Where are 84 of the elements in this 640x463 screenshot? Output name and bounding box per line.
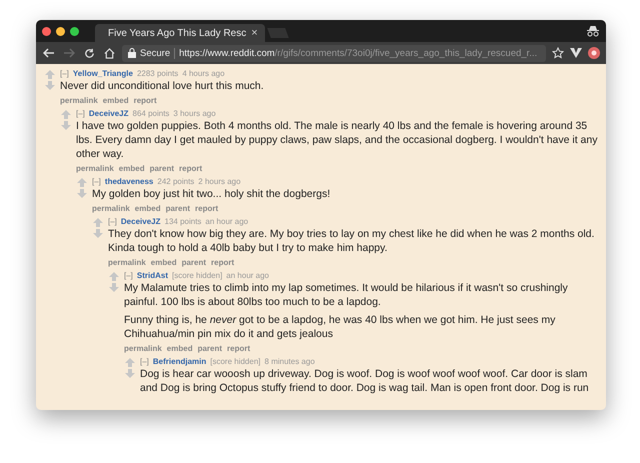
comment-time: 2 hours ago [198,177,241,186]
collapse-toggle[interactable]: [–] [76,109,85,118]
comment-score: [score hidden] [210,357,261,366]
comment-time: 3 hours ago [173,109,216,118]
downvote-icon[interactable] [109,283,119,292]
collapse-toggle[interactable]: [–] [124,271,133,280]
comment-action-link[interactable]: parent [166,204,190,213]
collapse-toggle[interactable]: [–] [60,69,69,78]
home-button[interactable] [102,46,116,60]
comment-action-link[interactable]: parent [198,344,222,353]
comment-score: 134 points [164,217,202,226]
comment-score: 2283 points [136,69,178,78]
comment-action-link[interactable]: embed [134,204,161,213]
comment-time: an hour ago [205,217,248,226]
collapse-toggle[interactable]: [–] [140,357,149,366]
comment-action-link[interactable]: permalink [76,164,114,173]
comment-author[interactable]: DeceiveJZ [88,109,128,118]
comment-author[interactable]: StridAst [136,271,168,280]
downvote-icon[interactable] [77,189,87,198]
comment-score: 864 points [132,109,170,118]
upvote-icon[interactable] [77,178,87,187]
comment-author[interactable]: Befriendjamin [152,357,206,366]
comment-action-link[interactable]: permalink [60,96,98,105]
comment-time: an hour ago [226,271,269,280]
comment-text: Dog is hear car wooosh up driveway. Dog is woof. Dog is woof woof woof woof. Car door is slam and Dog is bring Octopus stuffy friend to door. Dog is wag tail. Man is open front door. Dog is run [140,367,590,395]
comment-author[interactable]: thedaveness [104,177,154,186]
minimize-window-button[interactable] [56,26,65,36]
comment-action-link[interactable]: embed [166,344,193,353]
home-icon [104,48,114,58]
forward-icon [63,48,75,58]
upvote-icon[interactable] [109,272,119,281]
upvote-icon[interactable] [93,218,103,227]
comment-text: My golden boy just hit two... holy shit the dogbergs! [92,187,332,201]
maximize-window-button[interactable] [70,26,79,36]
comment-text: Never did unconditional love hurt this much. [60,79,265,93]
upvote-icon[interactable] [125,358,135,367]
security-label: Secure [140,48,170,58]
collapse-toggle[interactable]: [–] [92,177,101,186]
downvote-icon[interactable] [45,81,55,90]
downvote-icon[interactable] [61,121,71,130]
comment-action-link[interactable]: permalink [92,204,130,213]
comment-action-link[interactable]: report [134,96,157,105]
tab-close-button[interactable]: × [251,27,258,39]
comment-text: My Malamute tries to climb into my lap sometimes. It would be hilarious if it wasn't so crushingly painful. 100 lbs is about 80lbs too much to be a lapdog. [124,281,569,309]
downvote-icon[interactable] [93,229,103,238]
comment-text: Funny thing is, he never got to be a lapdog, he was 40 lbs when we got him. He just sees my Chihuahua/min pin mix do it and gets jealous [124,313,556,341]
incognito-icon [586,26,600,36]
comment-action-link[interactable]: parent [150,164,174,173]
close-window-button[interactable] [42,26,51,36]
comment-author[interactable]: Yellow_Triangle [72,69,133,78]
comment-action-link[interactable]: report [211,258,234,267]
comment-action-link[interactable]: report [227,344,250,353]
upvote-icon[interactable] [45,70,55,79]
comment-text: I have two golden puppies. Both 4 months old. The male is nearly 40 lbs and the female is hovering around 35 lbs. Every damn day I get mauled by puppy claws, paw slaps, and the occasional dogberg. I wouldn't have it any other way. [76,119,598,161]
comment-action-link[interactable]: report [195,204,218,213]
comment-action-link[interactable]: permalink [124,344,162,353]
lock-icon [128,48,136,58]
comment-time: 4 hours ago [182,69,225,78]
comment-action-link[interactable]: embed [118,164,145,173]
comment-action-link[interactable]: parent [182,258,206,267]
star-icon[interactable] [552,47,564,59]
comment-text: They don't know how big they are. My boy tries to lay on my chest like he did when he was 2 months old. Kinda tough to hold a 40lb baby but I try to make him happy. [108,227,596,255]
downvote-icon[interactable] [125,369,135,378]
comment-time: 8 minutes ago [264,357,315,366]
extension-icon[interactable] [570,48,582,58]
upvote-icon[interactable] [61,110,71,119]
collapse-toggle[interactable]: [–] [108,217,117,226]
back-button[interactable] [42,46,56,60]
browser-tab[interactable]: Five Years Ago This Lady Resc × [95,24,265,42]
comment-author[interactable]: DeceiveJZ [120,217,160,226]
reload-button[interactable] [82,46,96,60]
comment-score: [score hidden] [172,271,222,280]
address-bar[interactable]: Secure https://www.reddit.com/r/gifs/comments/73oi0j/five_years_ago_this_lady_rescued_r... [122,44,546,62]
comment-action-link[interactable]: permalink [108,258,146,267]
comment-action-link[interactable]: embed [102,96,129,105]
back-icon [43,48,55,58]
reload-icon [84,48,94,58]
comment-action-link[interactable]: report [179,164,202,173]
comment-score: 242 points [157,177,194,186]
extension-icon[interactable] [588,47,600,59]
tab-title: Five Years Ago This Lady Resc [108,28,246,38]
url-host: https://www.reddit.com [179,48,275,58]
comment-action-link[interactable]: embed [150,258,177,267]
url-path: /r/gifs/comments/73oi0j/five_years_ago_this_lady_rescued_r... [274,48,538,58]
